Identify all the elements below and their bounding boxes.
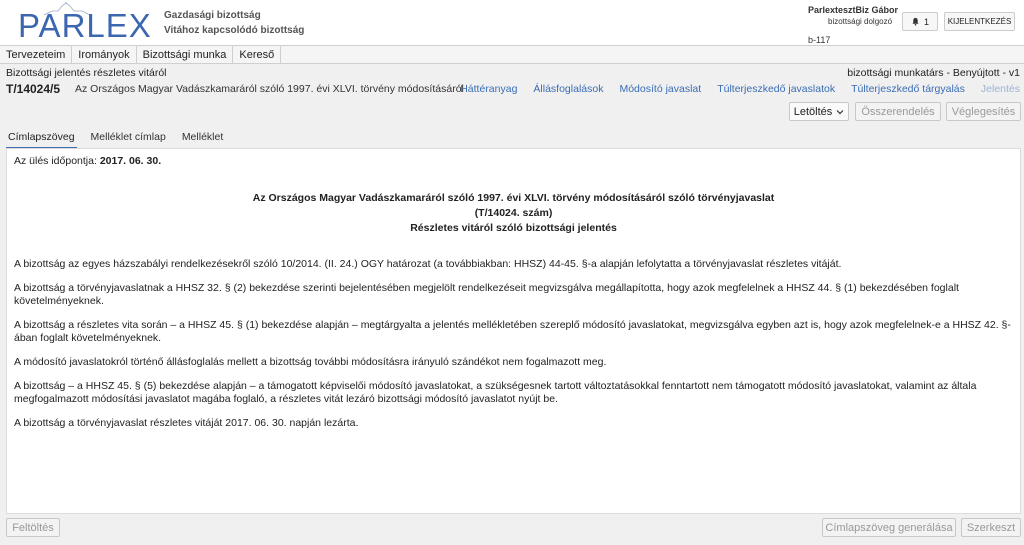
menu-item-documents[interactable]: Irományok xyxy=(72,46,137,63)
document-id: T/14024/5 xyxy=(6,82,61,96)
download-label: Letöltés xyxy=(793,105,833,118)
nav-link-amendment[interactable]: Módosító javaslat xyxy=(619,83,701,95)
paragraph: A módosító javaslatokról történő állásfo… xyxy=(14,356,607,368)
notification-count: 1 xyxy=(923,16,929,27)
edit-button[interactable]: Szerkeszt xyxy=(961,518,1021,537)
paragraph: A bizottság a részletes vita során – a H… xyxy=(14,319,1011,344)
upload-button[interactable]: Feltöltés xyxy=(6,518,60,537)
content-tabs: Címlapszöveg Melléklet címlap Melléklet xyxy=(6,128,225,149)
paragraph: A bizottság a törvényjavaslatnak a HHSZ … xyxy=(14,282,959,307)
tab-cover-text[interactable]: Címlapszöveg xyxy=(6,128,77,149)
status-text: bizottsági munkatárs - Benyújtott - v1 xyxy=(847,67,1020,79)
menu-item-search[interactable]: Kereső xyxy=(233,46,282,63)
committee-name: Gazdasági bizottság xyxy=(164,10,261,21)
heading-line-3: Részletes vitáról szóló bizottsági jelen… xyxy=(410,222,617,234)
chevron-down-icon xyxy=(836,109,844,114)
session-label: Az ülés időpontja: xyxy=(14,155,97,167)
user-info: ParlextesztBiz Gábor bizottsági dolgozó … xyxy=(808,4,898,46)
logo-text: PARLEX xyxy=(18,7,152,44)
nav-link-background[interactable]: Háttéranyag xyxy=(460,83,517,95)
paragraph: A bizottság az egyes házszabályi rendelk… xyxy=(14,258,842,270)
tab-attachment-cover[interactable]: Melléklet címlap xyxy=(89,128,168,149)
user-code: b-117 xyxy=(808,35,831,45)
heading-line-1: Az Országos Magyar Vadászkamaráról szóló… xyxy=(252,192,775,204)
document-nav: Háttéranyag Állásfoglalások Módosító jav… xyxy=(460,83,1020,95)
session-date-line: Az ülés időpontja: 2017. 06. 30. xyxy=(14,155,1013,167)
finalize-button[interactable]: Véglegesítés xyxy=(946,102,1021,121)
nav-link-overreaching-hearing[interactable]: Túlterjeszkedő tárgyalás xyxy=(851,83,965,95)
paragraph: A bizottság a törvényjavaslat részletes … xyxy=(14,417,359,429)
committee-info: Gazdasági bizottság Vitához kapcsolódó b… xyxy=(164,8,304,38)
nav-link-positions[interactable]: Állásfoglalások xyxy=(533,83,603,95)
main-menu: Tervezeteim Irományok Bizottsági munka K… xyxy=(0,46,1024,64)
document-content: Az ülés időpontja: 2017. 06. 30. Az Orsz… xyxy=(6,148,1021,514)
session-date: 2017. 06. 30. xyxy=(99,155,162,167)
nav-link-overreaching-proposals[interactable]: Túlterjeszkedő javaslatok xyxy=(717,83,835,95)
breadcrumb: Bizottsági jelentés részletes vitáról xyxy=(6,67,167,79)
tab-attachment[interactable]: Melléklet xyxy=(180,128,225,149)
merge-button[interactable]: Összerendelés xyxy=(855,102,941,121)
bell-icon xyxy=(912,17,919,26)
document-heading: Az Országos Magyar Vadászkamaráról szóló… xyxy=(14,191,1013,236)
generate-cover-text-button[interactable]: Címlapszöveg generálása xyxy=(822,518,956,537)
menu-item-drafts[interactable]: Tervezeteim xyxy=(0,46,73,63)
app-header: PARLEX Gazdasági bizottság Vitához kapcs… xyxy=(0,0,1024,46)
paragraph: A bizottság – a HHSZ 45. § (5) bekezdése… xyxy=(14,380,977,405)
nav-link-report[interactable]: Jelentés xyxy=(981,83,1020,95)
parlex-logo[interactable]: PARLEX xyxy=(14,2,151,46)
logout-button[interactable]: KIJELENTKEZÉS xyxy=(944,12,1015,31)
download-button[interactable]: Letöltés xyxy=(789,102,849,121)
user-role: bizottsági dolgozó xyxy=(828,17,893,26)
notifications-button[interactable]: 1 xyxy=(902,12,938,31)
heading-line-2: (T/14024. szám) xyxy=(474,207,553,219)
committee-role: Vitához kapcsolódó bizottság xyxy=(164,25,305,36)
user-name: ParlextesztBiz Gábor xyxy=(808,5,899,15)
menu-item-committee-work[interactable]: Bizottsági munka xyxy=(137,46,234,63)
document-title: Az Országos Magyar Vadászkamaráról szóló… xyxy=(75,83,464,95)
